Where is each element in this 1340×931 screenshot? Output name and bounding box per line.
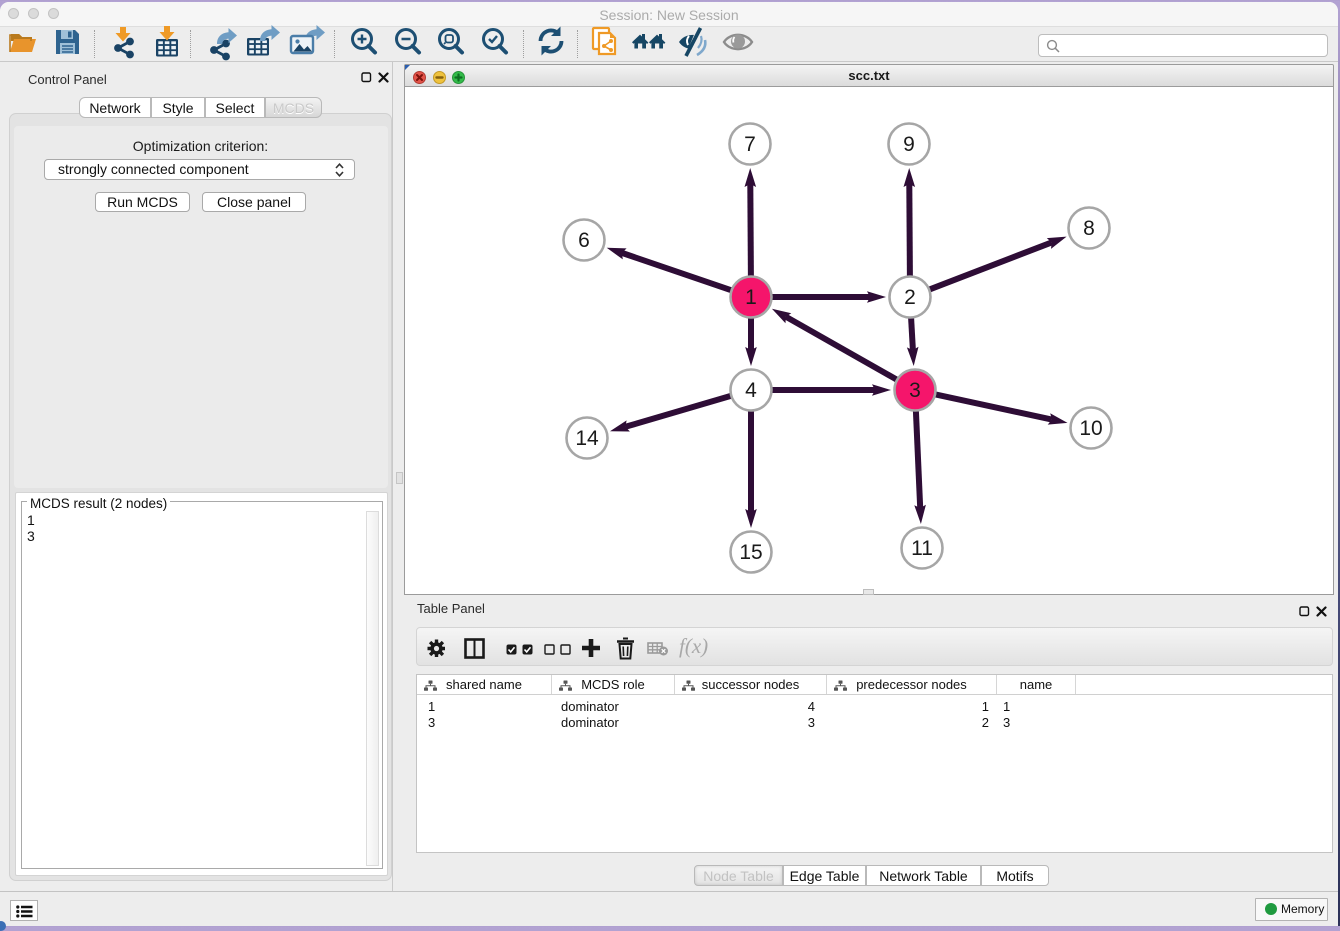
svg-text:9: 9 <box>903 133 915 156</box>
svg-text:15: 15 <box>739 541 762 564</box>
svg-text:8: 8 <box>1083 217 1095 240</box>
svg-text:2: 2 <box>904 286 916 309</box>
svg-text:3: 3 <box>909 379 921 402</box>
svg-text:10: 10 <box>1079 417 1102 440</box>
svg-text:4: 4 <box>745 379 757 402</box>
svg-text:7: 7 <box>744 133 756 156</box>
svg-text:14: 14 <box>575 427 599 450</box>
svg-text:11: 11 <box>911 537 933 560</box>
svg-text:6: 6 <box>578 229 590 252</box>
svg-text:1: 1 <box>745 286 757 309</box>
